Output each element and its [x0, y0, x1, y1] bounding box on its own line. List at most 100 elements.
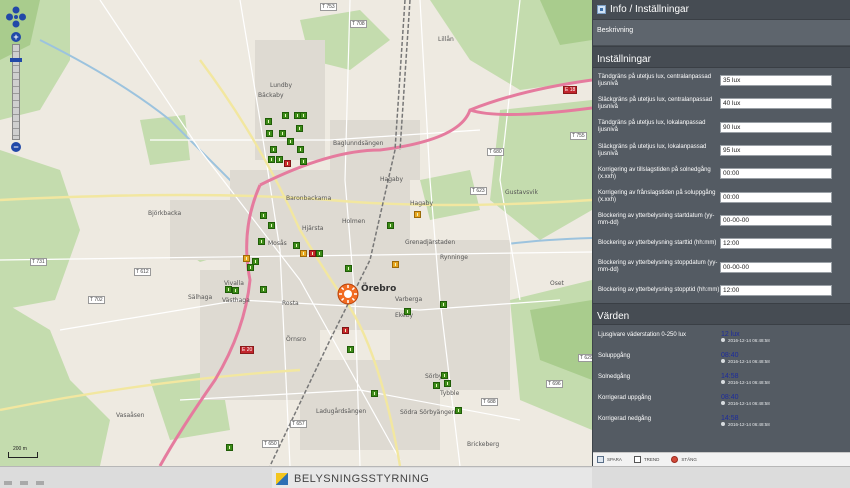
lamp-marker[interactable]	[265, 118, 272, 125]
value-timestamp: 2016-12-14 06:48:58	[728, 400, 770, 406]
zoom-in-button[interactable]: +	[11, 32, 21, 42]
lamp-marker[interactable]	[347, 346, 354, 353]
settings-section-title: Inställningar	[593, 46, 850, 68]
value-timestamp: 2016-12-14 06:48:58	[728, 421, 770, 427]
lamp-marker-warning[interactable]	[392, 261, 399, 268]
lamp-marker[interactable]	[387, 222, 394, 229]
place-label: Mosås	[268, 240, 287, 247]
lamp-marker[interactable]	[371, 390, 378, 397]
lamp-marker[interactable]	[268, 222, 275, 229]
place-label: Baronbackarna	[286, 195, 332, 202]
lamp-marker[interactable]	[345, 265, 352, 272]
setting-label: Släckgräns på utetjus lux, lokalanpassad…	[598, 143, 707, 157]
lamp-marker-warning[interactable]	[414, 211, 421, 218]
info-window-icon	[597, 5, 606, 14]
status-dot-icon	[721, 338, 725, 343]
road-number: T 702	[88, 296, 105, 304]
setting-input[interactable]	[720, 214, 832, 226]
setting-input[interactable]	[720, 145, 832, 157]
lamp-marker[interactable]	[441, 372, 448, 379]
footer-control-icon[interactable]	[20, 481, 28, 485]
value-row: Ljusgivare väderstation 0-250 lux 12 lux…	[593, 328, 850, 349]
footer-control-icon[interactable]	[36, 481, 44, 485]
save-icon	[597, 456, 604, 463]
lamp-marker[interactable]	[282, 112, 289, 119]
setting-row: Blockering av ytterbelysning starttid (h…	[593, 232, 850, 255]
value-reading: 14:58	[721, 414, 739, 422]
road-number: E 18	[563, 86, 578, 94]
setting-input[interactable]	[720, 98, 832, 110]
lamp-marker[interactable]	[279, 130, 286, 137]
lamp-marker[interactable]	[247, 264, 254, 271]
lamp-marker[interactable]	[296, 125, 303, 132]
place-label: Holmen	[342, 218, 366, 225]
lamp-marker[interactable]	[316, 250, 323, 257]
lamp-marker[interactable]	[404, 308, 411, 315]
value-row: Soluppgång 08:40 2016-12-14 06:48:58	[593, 349, 850, 370]
lamp-marker-error[interactable]	[284, 160, 291, 167]
zoom-out-button[interactable]: −	[11, 142, 21, 152]
lamp-marker[interactable]	[440, 301, 447, 308]
place-label: Hjärsta	[302, 225, 324, 232]
pan-control-icon[interactable]	[6, 6, 26, 28]
lamp-marker[interactable]	[268, 156, 275, 163]
lamp-marker[interactable]	[300, 158, 307, 165]
setting-row: Tändgräns på utetjus lux, lokalanpassad …	[593, 116, 850, 139]
lamp-marker-warning[interactable]	[300, 250, 307, 257]
value-row: Solnedgång 14:58 2016-12-14 06:48:58	[593, 370, 850, 391]
trend-button[interactable]: TREND	[633, 456, 659, 463]
setting-row: Blockering av ytterbelysning stopptid (h…	[593, 279, 850, 302]
lamp-marker[interactable]	[276, 156, 283, 163]
setting-label: Blockering av ytterbelysning starttid (h…	[598, 240, 717, 247]
status-dot-icon	[721, 422, 725, 427]
road-number: E 20	[240, 346, 255, 354]
city-label: Örebro	[361, 284, 397, 294]
lamp-marker[interactable]	[444, 380, 451, 387]
place-label: Hagaby	[380, 176, 404, 183]
lamp-marker-error[interactable]	[342, 327, 349, 334]
lamp-marker-error[interactable]	[309, 250, 316, 257]
lamp-marker[interactable]	[232, 287, 239, 294]
close-icon	[671, 456, 679, 463]
save-button[interactable]: SPARA	[597, 456, 622, 463]
lamp-marker[interactable]	[455, 407, 462, 414]
road-number: T 753	[320, 3, 337, 11]
setting-label: Tändgräns på utetjus lux, lokalanpassad …	[598, 120, 706, 134]
setting-input[interactable]	[720, 191, 832, 203]
lamp-marker[interactable]	[300, 112, 307, 119]
setting-input[interactable]	[720, 261, 832, 273]
setting-input[interactable]	[720, 168, 832, 180]
lamp-marker[interactable]	[258, 238, 265, 245]
lamp-marker[interactable]	[433, 382, 440, 389]
lamp-marker[interactable]	[297, 146, 304, 153]
place-label: Örnsro	[286, 336, 307, 343]
setting-input[interactable]	[720, 121, 832, 133]
lamp-marker[interactable]	[293, 242, 300, 249]
lamp-marker[interactable]	[225, 286, 232, 293]
setting-input[interactable]	[720, 75, 832, 87]
lamp-marker-warning[interactable]	[243, 255, 250, 262]
scale-label: 200 m	[13, 446, 27, 452]
setting-row: Blockering av ytterbelysning stoppdatum …	[593, 255, 850, 278]
lamp-marker[interactable]	[266, 130, 273, 137]
value-label: Korrigerad uppgång	[598, 394, 652, 401]
road-number: T 612	[134, 268, 151, 276]
setting-row: Tändgräns på utetjus lux, centralanpassa…	[593, 69, 850, 92]
place-label: Brickeberg	[467, 441, 500, 448]
map-view[interactable]: Lundby Bäckaby Björkbacka Baronbackarna …	[0, 0, 592, 466]
lamp-marker[interactable]	[260, 212, 267, 219]
footer-controls	[4, 481, 44, 485]
setting-row: Korrigering av frånslagstiden på soluppg…	[593, 185, 850, 208]
zoom-slider-thumb[interactable]	[10, 58, 22, 62]
footer-control-icon[interactable]	[4, 481, 12, 485]
lamp-marker[interactable]	[287, 138, 294, 145]
app-tab[interactable]: BELYSNINGSSTYRNING	[272, 468, 592, 488]
light-sensor-station-icon[interactable]	[337, 283, 359, 305]
setting-input[interactable]	[720, 284, 832, 296]
lamp-marker[interactable]	[226, 444, 233, 451]
lamp-marker[interactable]	[260, 286, 267, 293]
setting-input[interactable]	[720, 238, 832, 250]
close-button[interactable]: STÄNG	[671, 456, 697, 463]
lamp-marker[interactable]	[270, 146, 277, 153]
setting-label: Korrigering av tillslagstiden på solnedg…	[598, 166, 711, 180]
